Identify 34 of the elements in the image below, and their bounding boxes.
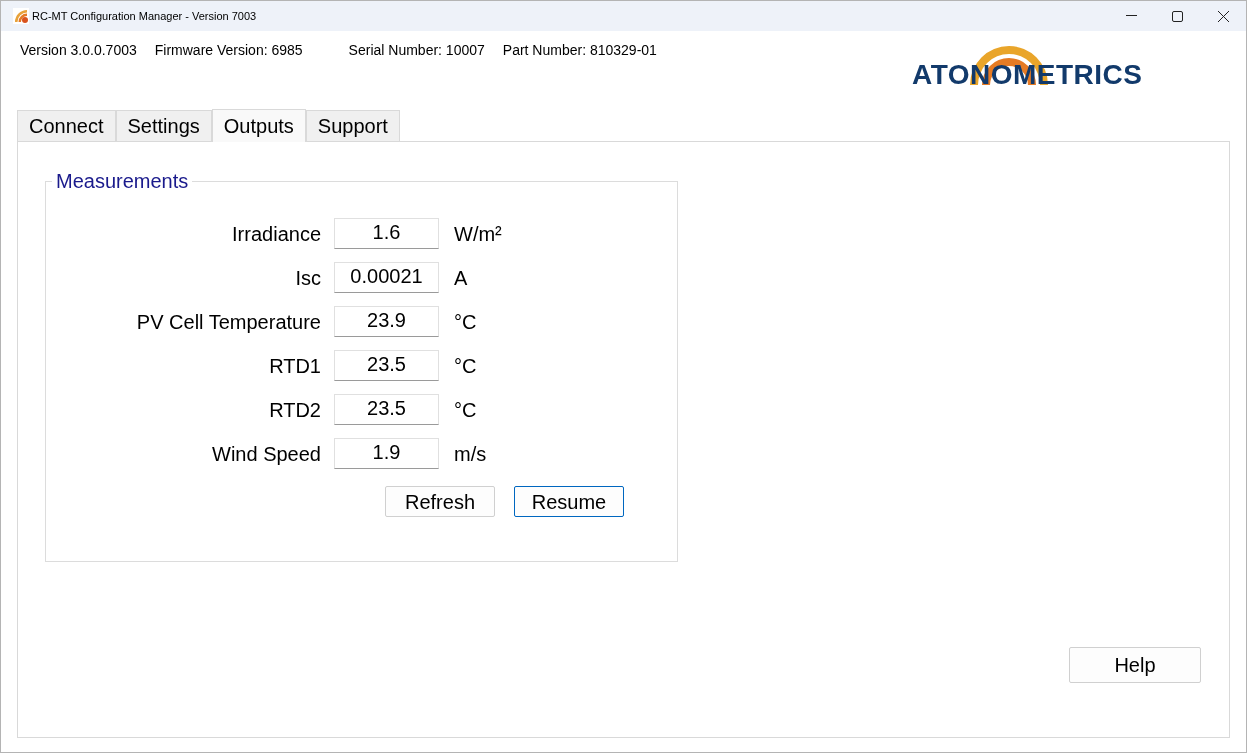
unit-label: °C bbox=[454, 309, 477, 335]
value-field[interactable]: 1.6 bbox=[334, 218, 439, 249]
info-text: Firmware Version: 6985 bbox=[154, 41, 303, 60]
value-field[interactable]: 23.9 bbox=[334, 306, 439, 337]
maximize-icon bbox=[1171, 10, 1183, 22]
value-field[interactable]: 1.9 bbox=[334, 438, 439, 469]
action-button[interactable]: Refresh bbox=[385, 486, 495, 517]
help-button[interactable]: Help bbox=[1069, 647, 1201, 683]
field-label: Wind Speed bbox=[211, 441, 321, 467]
close-icon bbox=[1217, 10, 1229, 22]
unit-label: W/m² bbox=[454, 221, 502, 247]
field-label: PV Cell Temperature bbox=[135, 309, 321, 335]
unit-label: °C bbox=[454, 353, 477, 379]
unit-label: m/s bbox=[454, 441, 487, 467]
minimize-icon bbox=[1125, 15, 1137, 17]
field-label: Isc bbox=[294, 265, 321, 291]
info-text: Serial Number: 10007 bbox=[348, 41, 485, 60]
app-icon bbox=[13, 8, 29, 24]
field-label: RTD1 bbox=[268, 353, 321, 379]
tab[interactable]: Outputs bbox=[211, 109, 306, 142]
window-title: RC-MT Configuration Manager - Version 7003 bbox=[32, 8, 257, 24]
field-label: Irradiance bbox=[231, 221, 321, 247]
info-text: Part Number: 810329-01 bbox=[502, 41, 657, 60]
tab[interactable]: Connect bbox=[17, 110, 116, 141]
value-field[interactable]: 23.5 bbox=[334, 394, 439, 425]
tab[interactable]: Settings bbox=[115, 110, 212, 141]
value-field[interactable]: 0.00021 bbox=[334, 262, 439, 293]
tab[interactable]: Support bbox=[305, 110, 400, 141]
field-label: RTD2 bbox=[268, 397, 321, 423]
unit-label: °C bbox=[454, 397, 477, 423]
value-field[interactable]: 23.5 bbox=[334, 350, 439, 381]
unit-label: A bbox=[454, 265, 468, 291]
action-button[interactable]: Resume bbox=[514, 486, 624, 517]
info-text: Version 3.0.0.7003 bbox=[20, 41, 137, 60]
